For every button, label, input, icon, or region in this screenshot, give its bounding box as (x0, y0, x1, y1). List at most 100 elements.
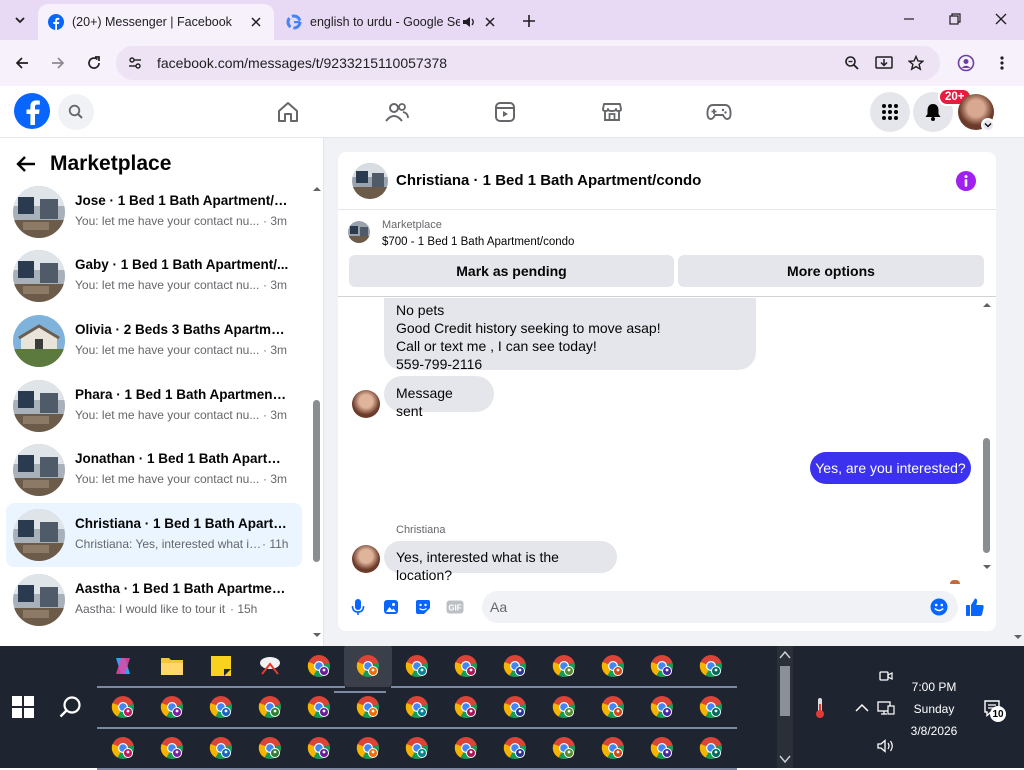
chrome-profile-icon[interactable] (391, 691, 443, 729)
chrome-profile-icon[interactable] (244, 732, 296, 770)
conversation-item[interactable]: Phara · 1 Bed 1 Bath Apartment/... You: l… (6, 374, 302, 438)
sender-avatar[interactable] (352, 390, 380, 418)
home-icon[interactable] (274, 98, 302, 126)
thumbs-up-icon[interactable] (964, 596, 986, 618)
zoom-magnifier-icon[interactable] (842, 53, 862, 73)
browser-menu-icon[interactable] (990, 51, 1014, 75)
chrome-profile-icon[interactable] (636, 691, 688, 729)
chrome-profile-icon[interactable] (587, 691, 639, 729)
profile-icon[interactable] (954, 51, 978, 75)
taskbar-search-icon[interactable] (58, 694, 86, 722)
chrome-profile-icon[interactable] (97, 691, 149, 729)
meet-now-icon[interactable] (876, 666, 896, 686)
chrome-profile-icon[interactable] (538, 732, 590, 770)
chrome-profile-icon[interactable] (293, 732, 345, 770)
bookmark-star-icon[interactable] (906, 53, 926, 73)
sender-avatar[interactable] (352, 545, 380, 573)
menu-grid-icon[interactable] (870, 92, 910, 132)
tab-close-icon[interactable] (482, 14, 498, 30)
chrome-profile-icon[interactable] (391, 650, 443, 688)
conversation-item[interactable]: Jonathan · 1 Bed 1 Bath Apartme... You: l… (6, 438, 302, 502)
chrome-profile-icon[interactable] (342, 732, 394, 770)
chrome-profile-icon[interactable] (293, 691, 345, 729)
photo-attach-icon[interactable] (380, 596, 402, 618)
listing-title[interactable]: $700 - 1 Bed 1 Bath Apartment/condo (382, 236, 574, 248)
chrome-profile-icon[interactable] (244, 691, 296, 729)
volume-speaker-icon[interactable] (876, 736, 896, 756)
conversation-item[interactable]: Christiana · 1 Bed 1 Bath Apartm... Chris… (6, 503, 302, 567)
chrome-profile-icon[interactable] (195, 732, 247, 770)
windows-start-icon[interactable] (12, 696, 34, 718)
chrome-profile-icon[interactable] (391, 732, 443, 770)
scrollbar-thumb[interactable] (313, 400, 320, 562)
account-chevron-icon[interactable] (981, 118, 995, 132)
scrollbar-thumb[interactable] (780, 666, 790, 716)
conversation-item[interactable]: Gaby · 1 Bed 1 Bath Apartment/... You: le… (6, 244, 302, 308)
forward-arrow-icon[interactable] (46, 51, 70, 75)
microphone-icon[interactable] (347, 596, 369, 618)
conversation-list-scrollbar[interactable] (312, 184, 322, 640)
tab-google-search[interactable]: english to urdu - Google Se (278, 4, 508, 40)
reload-icon[interactable] (82, 51, 106, 75)
speaker-audio-icon[interactable] (462, 15, 476, 29)
close-window-icon[interactable] (990, 8, 1012, 30)
info-icon[interactable] (956, 171, 976, 191)
message-input[interactable] (490, 597, 910, 617)
taskbar-scrollbar[interactable] (777, 646, 793, 768)
more-options-button[interactable]: More options (678, 255, 984, 287)
temperature-widget-icon[interactable] (810, 698, 830, 718)
snipping-tool-icon[interactable] (244, 650, 296, 688)
show-hidden-icons-chevron-icon[interactable] (852, 698, 872, 718)
chrome-profile-icon[interactable] (538, 650, 590, 688)
minimize-icon[interactable] (898, 8, 920, 30)
chrome-profile-icon[interactable] (489, 650, 541, 688)
chrome-profile-icon[interactable] (538, 691, 590, 729)
tab-close-icon[interactable] (248, 14, 264, 30)
marketplace-store-icon[interactable] (598, 98, 626, 126)
chat-scrollbar[interactable] (982, 300, 992, 582)
chrome-profile-icon[interactable] (685, 691, 737, 729)
chrome-profile-icon[interactable] (685, 650, 737, 688)
facebook-search-icon[interactable] (58, 94, 94, 130)
emoji-icon[interactable] (930, 598, 948, 616)
tab-search-chevron-icon[interactable] (8, 8, 32, 32)
scrollbar-thumb[interactable] (983, 438, 990, 553)
url-text[interactable]: facebook.com/messages/t/9233215110057378 (157, 55, 447, 71)
chrome-profile-icon[interactable] (587, 732, 639, 770)
friends-icon[interactable] (383, 98, 411, 126)
back-arrow-icon[interactable] (16, 155, 36, 173)
sticker-icon[interactable] (412, 596, 434, 618)
chrome-profile-icon[interactable] (293, 650, 345, 688)
chrome-profile-icon[interactable] (636, 732, 688, 770)
chrome-profile-icon[interactable] (342, 691, 394, 729)
new-tab-plus-icon[interactable] (518, 10, 540, 32)
sticky-notes-icon[interactable] (195, 650, 247, 688)
chrome-profile-icon[interactable] (587, 650, 639, 688)
gaming-controller-icon[interactable] (705, 98, 733, 126)
chrome-profile-icon[interactable] (146, 732, 198, 770)
chrome-profile-icon[interactable] (440, 732, 492, 770)
page-scrollbar[interactable] (1012, 138, 1024, 646)
address-bar[interactable]: facebook.com/messages/t/9233215110057378 (116, 46, 940, 80)
chrome-profile-icon[interactable] (440, 650, 492, 688)
chrome-profile-icon[interactable] (636, 650, 688, 688)
conversation-item[interactable]: Jose · 1 Bed 1 Bath Apartment/c... You: l… (6, 180, 302, 244)
site-info-icon[interactable] (125, 53, 145, 73)
mark-as-pending-button[interactable]: Mark as pending (349, 255, 674, 287)
chrome-profile-icon[interactable] (685, 732, 737, 770)
chrome-profile-icon[interactable] (489, 732, 541, 770)
install-app-icon[interactable] (874, 53, 894, 73)
restore-window-icon[interactable] (944, 8, 966, 30)
gif-icon[interactable]: GIF (444, 596, 466, 618)
facebook-logo-icon[interactable] (14, 93, 50, 129)
conversation-item[interactable]: Aastha · 1 Bed 1 Bath Apartment... Aastha… (6, 568, 302, 632)
chrome-profile-icon[interactable] (146, 691, 198, 729)
listing-thumbnail[interactable] (352, 163, 388, 199)
chrome-profile-icon[interactable] (195, 691, 247, 729)
chrome-profile-icon[interactable] (489, 691, 541, 729)
chrome-profile-icon[interactable] (440, 691, 492, 729)
network-icon[interactable] (876, 698, 896, 718)
back-arrow-icon[interactable] (10, 51, 34, 75)
watch-video-icon[interactable] (491, 98, 519, 126)
copilot-icon[interactable] (97, 650, 149, 688)
